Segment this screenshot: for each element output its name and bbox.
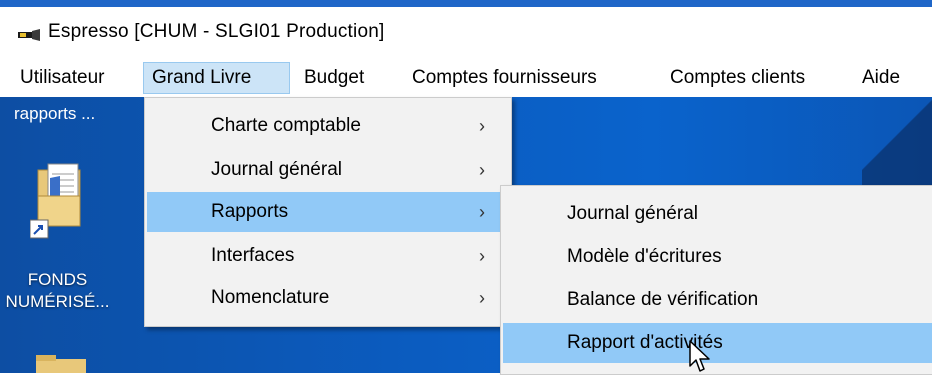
submenu-item-journal-general[interactable]: Journal général [503, 194, 931, 234]
menu-item-charte-comptable[interactable]: Charte comptable › [147, 106, 509, 146]
shortcut-arrow-icon [30, 219, 49, 239]
submenu-item-label: Journal général [567, 203, 698, 224]
chevron-right-icon: › [479, 288, 485, 308]
menu-item-interfaces[interactable]: Interfaces › [147, 236, 509, 276]
chevron-right-icon: › [479, 202, 485, 222]
folder-label-line1: FONDS [27, 270, 88, 289]
menu-item-label: Nomenclature [211, 287, 330, 308]
submenu-item-label: Modèle d'écritures [567, 246, 722, 267]
menu-aide[interactable]: Aide [854, 62, 908, 94]
menu-item-label: Interfaces [211, 245, 295, 266]
menu-item-rapports[interactable]: Rapports › [147, 192, 509, 232]
desktop-item-label[interactable]: rapports ... [14, 104, 95, 124]
chevron-right-icon: › [479, 116, 485, 136]
title-bar: Espresso [CHUM - SLGI01 Production] [0, 7, 932, 59]
menu-budget[interactable]: Budget [296, 62, 372, 94]
chevron-right-icon: › [479, 246, 485, 266]
menu-comptes-clients[interactable]: Comptes clients [662, 62, 813, 94]
window-title: Espresso [CHUM - SLGI01 Production] [48, 21, 385, 42]
submenu-item-rapport-activites[interactable]: Rapport d'activités [503, 323, 932, 363]
app-icon [18, 29, 40, 41]
menu-item-label: Charte comptable [211, 115, 361, 136]
submenu-item-modele-ecritures[interactable]: Modèle d'écritures [503, 237, 931, 277]
folder-label-line2: NUMÉRISÉ... [5, 292, 110, 311]
rapports-submenu: Journal général Modèle d'écritures Balan… [500, 185, 932, 375]
menu-bar: Utilisateur Grand Livre Budget Comptes f… [0, 59, 932, 97]
chevron-right-icon: › [479, 160, 485, 180]
window-top-strip [0, 0, 932, 7]
menu-item-label: Journal général [211, 159, 342, 180]
menu-comptes-fournisseurs[interactable]: Comptes fournisseurs [404, 62, 605, 94]
grand-livre-menu: Charte comptable › Journal général › Rap… [144, 97, 512, 327]
submenu-item-label: Balance de vérification [567, 289, 759, 310]
folder-shortcut-icon[interactable] [30, 160, 90, 240]
menu-utilisateur[interactable]: Utilisateur [12, 62, 112, 94]
mouse-cursor-icon [689, 340, 710, 372]
submenu-item-balance-verification[interactable]: Balance de vérification [503, 280, 931, 320]
menu-item-label: Rapports [211, 201, 289, 222]
menu-item-journal-general[interactable]: Journal général › [147, 150, 509, 190]
folder-icon[interactable] [36, 355, 86, 373]
folder-label[interactable]: FONDS NUMÉRISÉ... [0, 269, 115, 313]
menu-grand-livre[interactable]: Grand Livre [143, 62, 290, 94]
menu-item-nomenclature[interactable]: Nomenclature › [147, 278, 509, 318]
